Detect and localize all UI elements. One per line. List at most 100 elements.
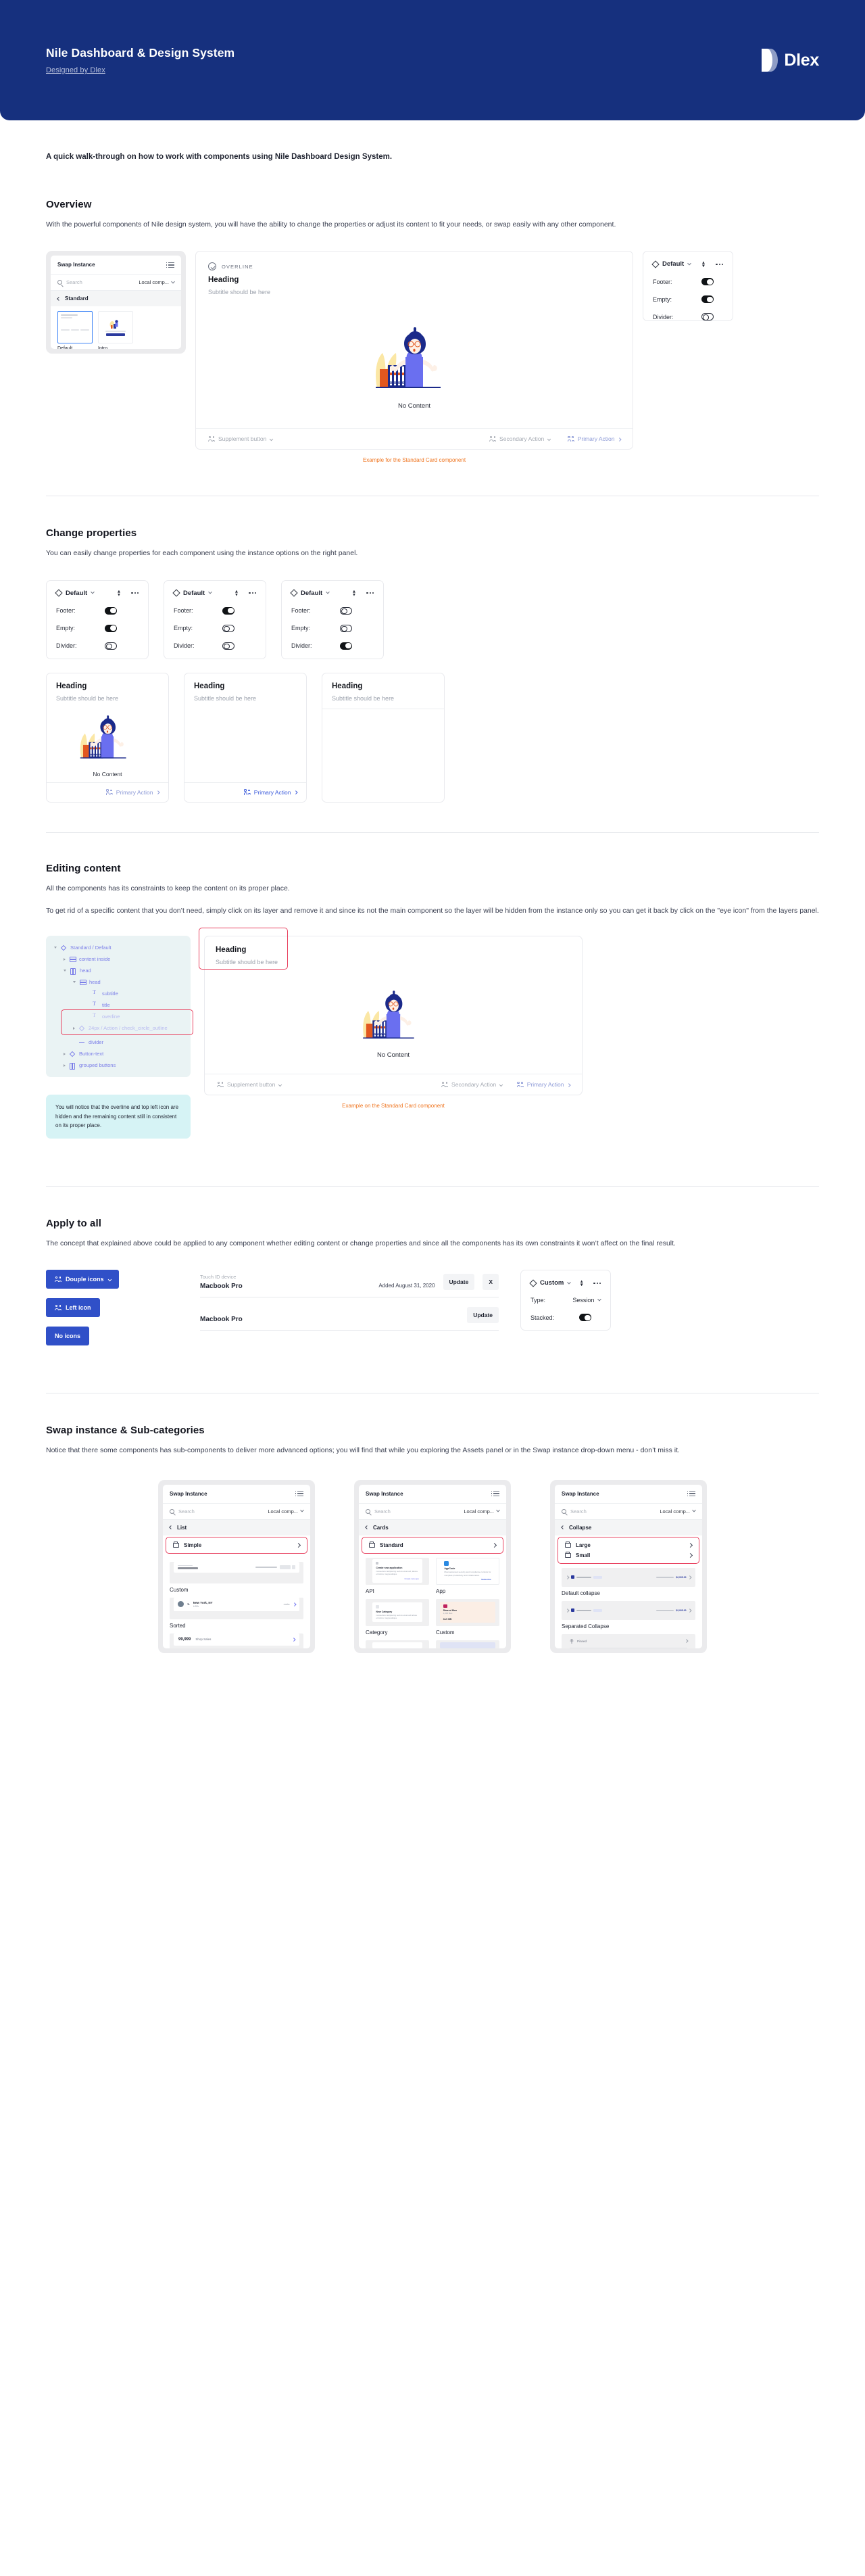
thumb-separated-collapse[interactable]: $2,005.00 <box>562 1600 695 1620</box>
scope-dropdown[interactable]: Local comp... <box>139 279 175 285</box>
thumb-partial-2[interactable] <box>436 1640 499 1648</box>
swap-breadcrumb[interactable]: Cards <box>359 1519 506 1535</box>
logo-wordmark: Dlex <box>784 50 819 70</box>
scope-dropdown[interactable]: Local comp... <box>464 1508 500 1514</box>
swap-search-bar[interactable]: Search Local comp... <box>359 1504 506 1520</box>
footer-toggle[interactable] <box>701 278 714 286</box>
layer-row[interactable]: head <box>46 965 191 976</box>
scope-dropdown[interactable]: Local comp... <box>268 1508 304 1514</box>
layer-row[interactable]: Standard / Default <box>46 942 191 953</box>
layer-row[interactable]: head <box>46 976 191 988</box>
empty-toggle[interactable] <box>701 295 714 304</box>
thumb-app[interactable]: AppCode Most advanced security and compl… <box>436 1557 499 1585</box>
swap-panel-title: Swap Instance <box>57 262 95 268</box>
update-button[interactable]: Update <box>467 1307 499 1324</box>
app-card-link[interactable]: Subscribe <box>444 1578 491 1581</box>
section-divider <box>46 1186 819 1187</box>
chevron-down-icon[interactable] <box>326 590 330 594</box>
swap-instance-icon[interactable] <box>578 1280 584 1286</box>
thumb-state[interactable]: 99,999 Shop Sales <box>170 1633 303 1648</box>
primary-action-button[interactable]: Primary Action <box>105 789 159 796</box>
layer-label: head <box>80 968 91 974</box>
folder-item-standard[interactable]: Standard <box>362 1537 503 1553</box>
more-options-icon[interactable] <box>366 592 374 594</box>
swap-instance-icon[interactable] <box>116 590 122 596</box>
empty-toggle[interactable] <box>340 624 352 632</box>
layer-row[interactable]: Button-text <box>46 1048 191 1059</box>
search-input[interactable]: Search <box>570 1508 587 1514</box>
thumb-sorted[interactable]: 1. New York, NY USA meta <box>170 1597 303 1619</box>
empty-toggle[interactable] <box>222 624 234 632</box>
card-empty-state <box>322 709 444 802</box>
chevron-down-icon[interactable] <box>687 261 692 266</box>
thumb-partial-1[interactable] <box>366 1640 429 1648</box>
search-input[interactable]: Search <box>374 1508 391 1514</box>
footer-toggle[interactable] <box>105 606 117 615</box>
list-view-icon[interactable] <box>295 1490 303 1497</box>
list-view-icon[interactable] <box>166 262 174 268</box>
divider-toggle[interactable] <box>340 642 352 650</box>
thumb-pinned[interactable]: Pinned <box>562 1633 695 1648</box>
designer-credit-link[interactable]: Designed by Dlex <box>46 66 234 74</box>
list-view-icon[interactable] <box>687 1490 695 1497</box>
layer-row[interactable]: subtitle <box>46 988 191 999</box>
search-input[interactable]: Search <box>66 279 82 285</box>
layer-row[interactable]: divider <box>46 1036 191 1048</box>
thumb-custom[interactable]: Shared files 1,200 files 3.2 GB <box>436 1598 499 1626</box>
divider-toggle[interactable] <box>105 642 117 650</box>
supplement-button[interactable]: Supplement button <box>217 1081 282 1088</box>
update-button[interactable]: Update <box>443 1274 475 1291</box>
primary-action-button[interactable]: Primary Action <box>567 435 621 442</box>
swap-breadcrumb[interactable]: Standard <box>51 291 181 307</box>
chevron-down-icon[interactable] <box>208 590 213 594</box>
primary-action-button[interactable]: Primary Action <box>516 1081 570 1088</box>
supplement-button[interactable]: Supplement button <box>208 435 274 442</box>
swap-item-intro[interactable]: Intro <box>98 311 133 349</box>
more-options-icon[interactable] <box>593 1282 601 1284</box>
swap-search-bar[interactable]: Search Local comp... <box>555 1504 702 1520</box>
type-value[interactable]: Session <box>572 1297 594 1304</box>
search-input[interactable]: Search <box>178 1508 195 1514</box>
api-card-link[interactable]: Create new app <box>376 1577 418 1580</box>
more-options-icon[interactable] <box>716 263 723 265</box>
swap-breadcrumb[interactable]: List <box>163 1519 310 1535</box>
swap-instance-icon[interactable] <box>233 590 239 596</box>
meta-label: meta <box>283 1602 290 1606</box>
swap-instance-icon[interactable] <box>700 261 706 267</box>
thumb-default-collapse[interactable]: $2,005.00 <box>562 1567 695 1587</box>
swap-breadcrumb[interactable]: Collapse <box>555 1519 702 1535</box>
swap-search-bar[interactable]: Search Local comp... <box>51 275 181 291</box>
more-options-icon[interactable] <box>131 592 139 594</box>
thumb-category[interactable]: New Category consectetur adipiscing sed … <box>366 1598 429 1626</box>
folder-item-large[interactable]: Large <box>558 1537 699 1550</box>
swap-instance-icon[interactable] <box>351 590 357 596</box>
scope-dropdown[interactable]: Local comp... <box>660 1508 696 1514</box>
empty-toggle[interactable] <box>105 624 117 632</box>
left-icon-button[interactable]: Left icon <box>46 1298 100 1318</box>
footer-toggle[interactable] <box>222 606 234 615</box>
secondary-action-label: Secondary Action <box>499 435 545 443</box>
folder-item-simple[interactable]: Simple <box>166 1537 307 1553</box>
layer-row[interactable]: grouped buttons <box>46 1059 191 1071</box>
list-view-icon[interactable] <box>491 1490 499 1497</box>
thumb-api[interactable]: Create new application consectetur adipi… <box>366 1557 429 1585</box>
swap-search-bar[interactable]: Search Local comp... <box>163 1504 310 1520</box>
remove-button[interactable]: X <box>483 1274 499 1291</box>
secondary-action-button[interactable]: Secondary Action <box>441 1081 503 1088</box>
swap-item-default[interactable]: Default <box>57 311 93 349</box>
card-empty-state <box>184 707 306 782</box>
divider-toggle[interactable] <box>701 313 714 321</box>
divider-toggle[interactable] <box>222 642 234 650</box>
thumb-custom[interactable] <box>170 1561 303 1583</box>
douple-icons-button[interactable]: Douple icons <box>46 1270 120 1289</box>
more-options-icon[interactable] <box>249 592 256 594</box>
primary-action-button[interactable]: Primary Action <box>243 789 297 796</box>
folder-item-small[interactable]: Small <box>558 1550 699 1563</box>
stacked-toggle[interactable] <box>579 1314 591 1322</box>
chevron-down-icon[interactable] <box>91 590 95 594</box>
layer-row[interactable]: content inside <box>46 953 191 965</box>
footer-toggle[interactable] <box>340 606 352 615</box>
no-icons-button[interactable]: No icons <box>46 1327 90 1346</box>
chevron-down-icon[interactable] <box>567 1280 572 1285</box>
secondary-action-button[interactable]: Secondary Action <box>489 435 551 443</box>
